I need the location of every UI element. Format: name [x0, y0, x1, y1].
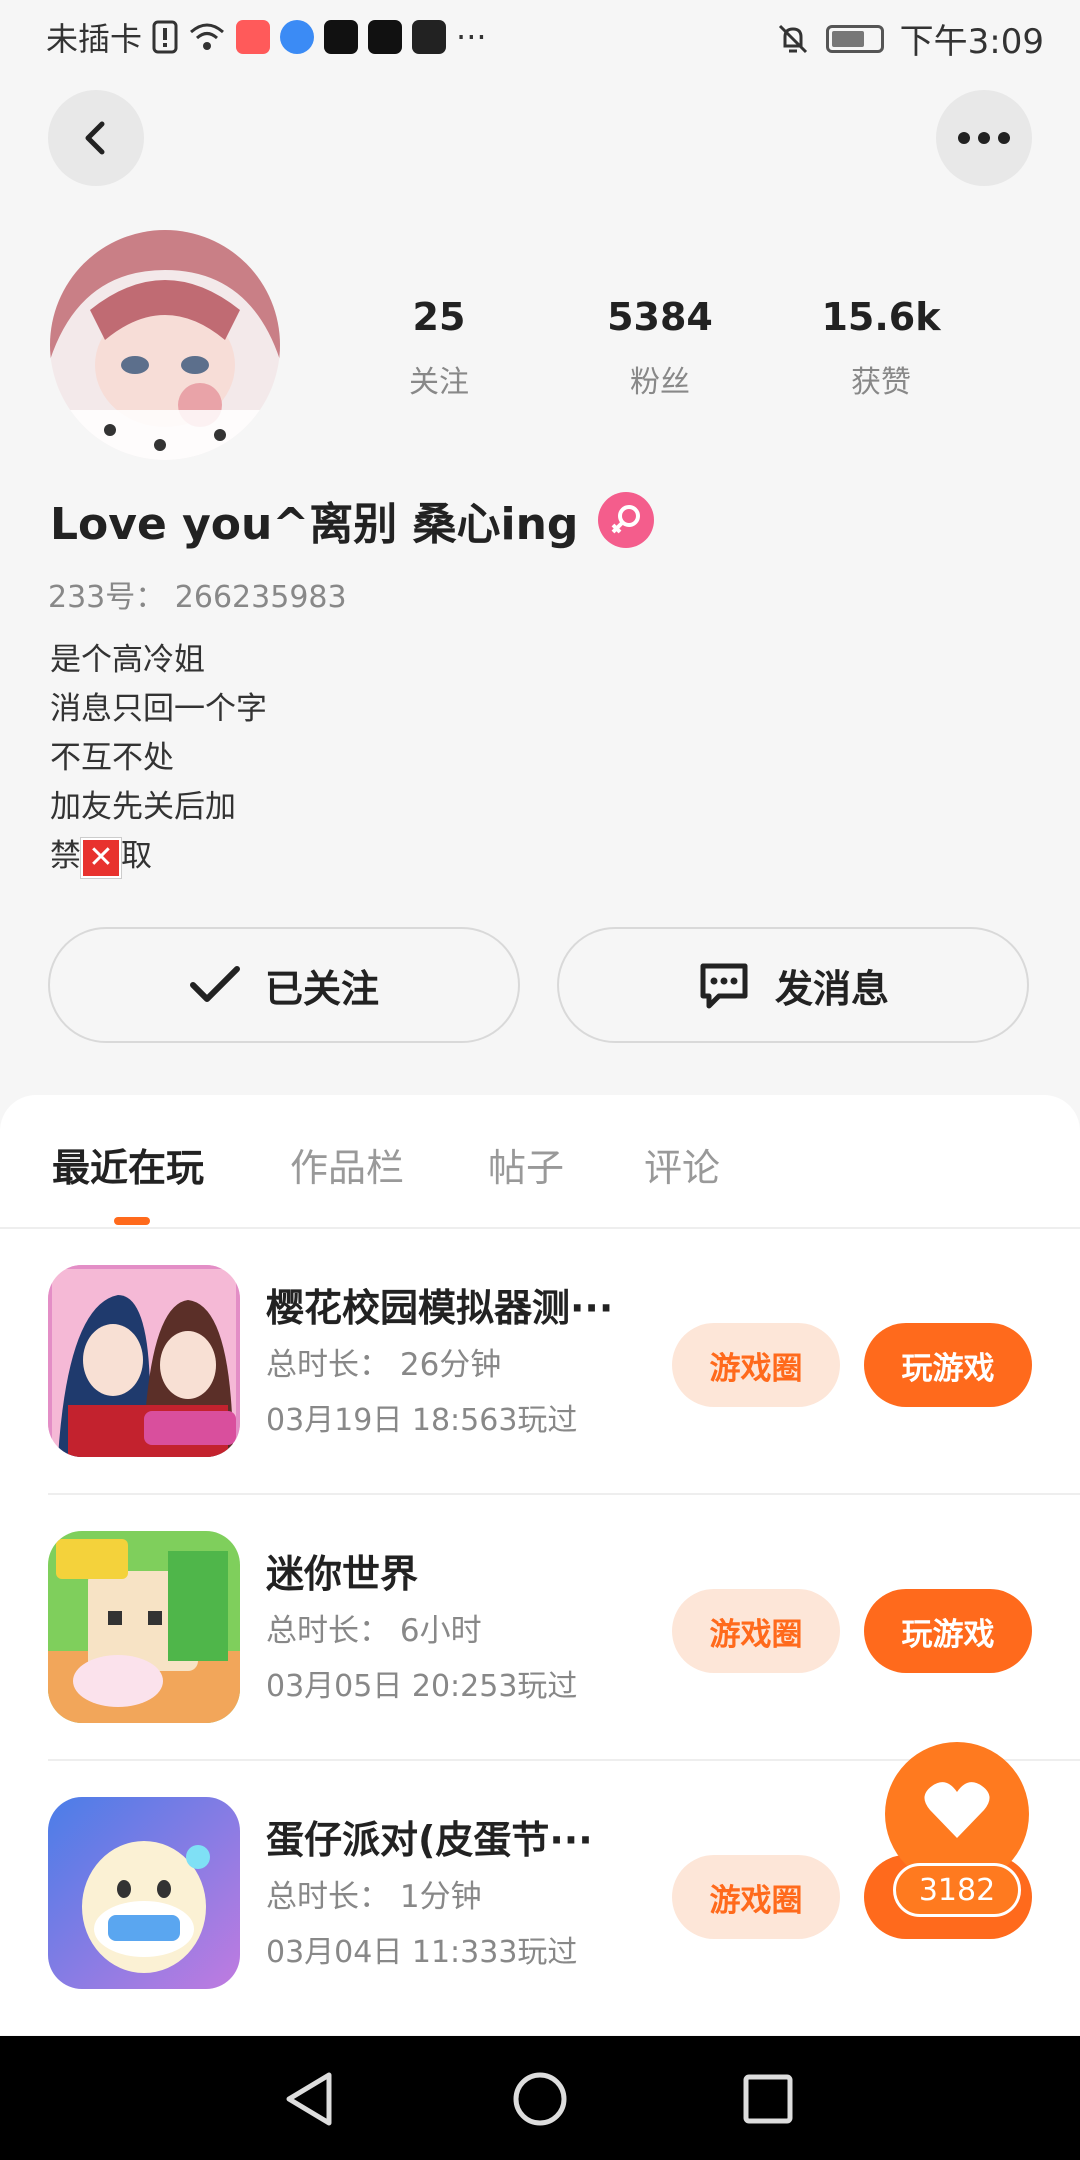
nav-back-icon — [286, 2072, 332, 2126]
game-duration: 总时长： 6小时 — [266, 1613, 482, 1649]
status-left: 未插卡 ··· — [46, 14, 487, 60]
game-row[interactable]: 迷你世界 总时长： 6小时 03月05日 20:253玩过 游戏圈 玩游戏 — [0, 1495, 1080, 1761]
game-duration: 总时长： 26分钟 — [266, 1347, 502, 1383]
stat-likes-label: 获赞 — [851, 365, 911, 400]
chat-icon — [700, 963, 748, 1009]
mute-bell-icon — [778, 24, 807, 53]
game-last-played: 03月19日 18:563玩过 — [266, 1403, 578, 1438]
tab-recently-played[interactable]: 最近在玩 — [52, 1137, 204, 1192]
more-icon — [958, 132, 1010, 144]
like-count: 3182 — [893, 1863, 1021, 1917]
nav-home-button[interactable] — [505, 2064, 575, 2134]
game-icon-sakura[interactable] — [48, 1265, 240, 1457]
bio-line-5: 禁 ✕ 取 — [50, 832, 267, 881]
game-circle-button[interactable]: 游戏圈 — [672, 1589, 840, 1673]
stat-following[interactable]: 25 关注 — [339, 295, 539, 401]
bio-line-3: 不互不处 — [50, 740, 174, 776]
status-right: 下午3:09 — [776, 14, 1044, 63]
game-title[interactable]: 蛋仔派对(皮蛋节··· — [266, 1809, 646, 1864]
name-row: Love you^离别 桑心ing — [50, 488, 655, 552]
bio-line-5-start: 禁 — [50, 838, 81, 874]
tab-posts[interactable]: 帖子 — [488, 1137, 564, 1192]
more-notifications: ··· — [456, 18, 487, 56]
send-message-label: 发消息 — [774, 966, 889, 1011]
game-last-played: 03月05日 20:253玩过 — [266, 1669, 578, 1704]
game-title[interactable]: 樱花校园模拟器测··· — [266, 1277, 646, 1332]
stat-likes-value: 15.6k — [821, 295, 941, 339]
status-bar: 未插卡 ··· 下午3:09 — [0, 0, 1080, 72]
tiktok-icon — [368, 20, 403, 54]
cross-mark-icon: ✕ — [81, 837, 121, 878]
carrier-text: 未插卡 — [46, 20, 143, 58]
nav-home-icon — [513, 2072, 567, 2126]
play-game-button[interactable]: 玩游戏 — [864, 1323, 1032, 1407]
game-duration: 总时长： 1分钟 — [266, 1879, 482, 1915]
heart-icon — [924, 1782, 990, 1838]
back-button[interactable] — [48, 90, 144, 186]
stat-fans-label: 粉丝 — [630, 365, 690, 400]
game-icon-eggy-party[interactable] — [48, 1797, 240, 1989]
app-notify-icon-1 — [236, 20, 271, 54]
app-notify-icon-2 — [280, 20, 315, 54]
avatar[interactable] — [50, 230, 280, 460]
tab-bar: 最近在玩 作品栏 帖子 评论 — [0, 1095, 1080, 1229]
game-title[interactable]: 迷你世界 — [266, 1543, 646, 1598]
user-id: 233号： 266235983 — [48, 580, 347, 615]
bio: 是个高冷姐 消息只回一个字 不互不处 加友先关后加 禁 ✕ 取 — [50, 636, 267, 881]
nav-recents-button[interactable] — [733, 2064, 803, 2134]
stat-likes[interactable]: 15.6k 获赞 — [781, 295, 981, 401]
sim-icon — [152, 20, 178, 54]
bio-line-4: 加友先关后加 — [50, 789, 236, 825]
game-last-played: 03月04日 11:333玩过 — [266, 1935, 578, 1970]
send-message-button[interactable]: 发消息 — [557, 927, 1029, 1043]
game-row[interactable]: 樱花校园模拟器测··· 总时长： 26分钟 03月19日 18:563玩过 游戏… — [0, 1229, 1080, 1495]
stat-following-value: 25 — [412, 295, 466, 339]
stat-fans-value: 5384 — [607, 295, 713, 339]
bio-line-5-end: 取 — [121, 838, 152, 874]
followed-button[interactable]: 已关注 — [48, 927, 520, 1043]
stat-fans[interactable]: 5384 粉丝 — [560, 295, 760, 401]
back-icon — [85, 121, 105, 155]
active-tab-indicator — [114, 1217, 150, 1225]
bio-line-1: 是个高冷姐 — [50, 642, 205, 678]
game-circle-button[interactable]: 游戏圈 — [672, 1855, 840, 1939]
user-name: Love you^离别 桑心ing — [50, 499, 579, 550]
female-gender-icon — [598, 492, 655, 548]
navigation-bar — [0, 2036, 1080, 2160]
followed-label: 已关注 — [264, 966, 379, 1011]
nav-recents-icon — [743, 2074, 793, 2124]
wifi-icon — [190, 23, 225, 50]
tab-works[interactable]: 作品栏 — [290, 1137, 404, 1192]
nav-back-button[interactable] — [274, 2064, 344, 2134]
app-notify-icon-5 — [412, 20, 447, 54]
bio-line-2: 消息只回一个字 — [50, 691, 267, 727]
capcut-icon — [324, 20, 359, 54]
battery-icon — [825, 24, 884, 53]
tab-comments[interactable]: 评论 — [644, 1137, 720, 1192]
game-circle-button[interactable]: 游戏圈 — [672, 1323, 840, 1407]
clock: 下午3:09 — [899, 22, 1044, 62]
stat-following-label: 关注 — [409, 365, 469, 400]
check-icon — [189, 966, 240, 1002]
game-icon-mini-world[interactable] — [48, 1531, 240, 1723]
play-game-button[interactable]: 玩游戏 — [864, 1589, 1032, 1673]
more-button[interactable] — [936, 90, 1032, 186]
